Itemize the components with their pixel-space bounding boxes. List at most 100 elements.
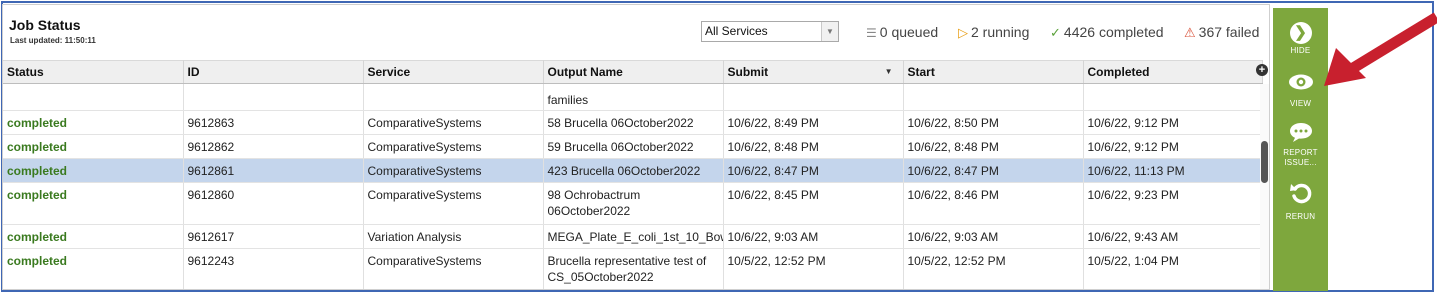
job-status-panel: Job Status Last updated: 11:50:11 All Se…: [2, 4, 1270, 290]
report-issue-button[interactable]: REPORT ISSUE...: [1273, 121, 1328, 168]
eye-icon: [1288, 74, 1313, 90]
column-header-completed[interactable]: Completed: [1083, 60, 1263, 84]
cell-completed: 10/5/22, 1:04 PM: [1083, 248, 1263, 289]
column-header-id[interactable]: ID: [183, 60, 364, 84]
cell-status: completed: [3, 134, 184, 159]
sort-descending-icon: ▼: [884, 67, 893, 76]
column-header-service[interactable]: Service: [363, 60, 544, 84]
cell-start: 10/6/22, 8:46 PM: [903, 182, 1084, 225]
table-row-partial[interactable]: families: [3, 83, 1263, 111]
chevron-right-icon: ❯: [1289, 22, 1312, 44]
cell-completed: 10/6/22, 9:43 AM: [1083, 224, 1263, 249]
panel-header: Job Status Last updated: 11:50:11 All Se…: [3, 5, 1269, 60]
cell-status: completed: [3, 158, 184, 183]
table-row[interactable]: completed 9612617 Variation Analysis MEGA_P…: [3, 224, 1263, 249]
cell-completed: 10/6/22, 9:12 PM: [1083, 134, 1263, 159]
failed-stat[interactable]: ⚠ 367 failed: [1184, 24, 1259, 41]
column-header-status[interactable]: Status: [3, 60, 184, 84]
cell-output-name: 58 Brucella 06October2022: [543, 110, 724, 135]
cell-status: completed: [3, 182, 184, 225]
cell-output-name: Brucella representative test of CS_05Oct…: [543, 248, 724, 289]
cell: [183, 83, 364, 111]
cell-service: ComparativeSystems: [363, 248, 544, 289]
cell: [903, 83, 1084, 111]
speech-bubble-icon: [1289, 123, 1312, 142]
column-header-output-name[interactable]: Output Name: [543, 60, 724, 84]
cell: [3, 83, 184, 111]
last-updated: Last updated: 11:50:11: [10, 36, 96, 45]
cell: [723, 83, 904, 111]
cell-start: 10/6/22, 8:50 PM: [903, 110, 1084, 135]
scrollbar-track[interactable]: [1260, 84, 1269, 289]
submit-header-label: Submit: [727, 65, 769, 79]
cell-submit: 10/6/22, 8:49 PM: [723, 110, 904, 135]
cell-completed: 10/6/22, 11:13 PM: [1083, 158, 1263, 183]
failed-label: 367 failed: [1198, 24, 1260, 40]
cell-start: 10/6/22, 9:03 AM: [903, 224, 1084, 249]
chevron-down-icon[interactable]: ▼: [821, 22, 838, 41]
scrollbar-thumb[interactable]: [1261, 141, 1268, 183]
cell-service: ComparativeSystems: [363, 182, 544, 225]
cell-start: 10/5/22, 12:52 PM: [903, 248, 1084, 289]
hide-label: HIDE: [1290, 46, 1311, 55]
checkmark-icon: ✓: [1050, 25, 1061, 40]
service-filter-select[interactable]: All Services ▼: [701, 21, 839, 42]
hide-button[interactable]: ❯ HIDE: [1273, 22, 1328, 56]
rerun-arrow-icon: [1289, 183, 1311, 204]
page-title: Job Status: [9, 17, 81, 33]
cell-service: ComparativeSystems: [363, 110, 544, 135]
play-circle-icon: ▷: [958, 25, 968, 40]
cell: [363, 83, 544, 111]
view-button[interactable]: VIEW: [1273, 72, 1328, 109]
cell-status: completed: [3, 110, 184, 135]
cell-output-name: 59 Brucella 06October2022: [543, 134, 724, 159]
cell-service: Variation Analysis: [363, 224, 544, 249]
cell-output-name: 423 Brucella 06October2022: [543, 158, 724, 183]
cell: [1083, 83, 1263, 111]
queued-stat[interactable]: ☰ 0 queued: [866, 24, 938, 40]
rerun-button[interactable]: RERUN: [1273, 181, 1328, 222]
cell-service: ComparativeSystems: [363, 134, 544, 159]
cell-submit: 10/6/22, 9:03 AM: [723, 224, 904, 249]
table-row[interactable]: completed 9612861 ComparativeSystems 423 Br…: [3, 158, 1263, 183]
add-column-icon[interactable]: +: [1256, 64, 1268, 76]
queue-list-icon: ☰: [866, 26, 877, 40]
table-row[interactable]: completed 9612860 ComparativeSystems 98 Och…: [3, 182, 1263, 225]
cell-completed: 10/6/22, 9:23 PM: [1083, 182, 1263, 225]
view-label: VIEW: [1289, 99, 1312, 108]
warning-triangle-icon: ⚠: [1184, 25, 1196, 40]
cell-start: 10/6/22, 8:48 PM: [903, 134, 1084, 159]
cell-start: 10/6/22, 8:47 PM: [903, 158, 1084, 183]
table-header-row: Status ID Service Output Name Submit ▼ St…: [3, 60, 1263, 84]
completed-label: 4426 completed: [1063, 24, 1164, 40]
cell-submit: 10/6/22, 8:48 PM: [723, 134, 904, 159]
cell-id: 9612862: [183, 134, 364, 159]
cell-id: 9612617: [183, 224, 364, 249]
table-row[interactable]: completed 9612862 ComparativeSystems 59 Bru…: [3, 134, 1263, 159]
report-label-line1: REPORT: [1283, 148, 1318, 157]
report-label-line2: ISSUE...: [1284, 158, 1317, 167]
cell-output-name: MEGA_Plate_E_coli_1st_10_Bow: [543, 224, 724, 249]
cell-id: 9612243: [183, 248, 364, 289]
cell-status: completed: [3, 248, 184, 289]
cell-status: completed: [3, 224, 184, 249]
cell-output-name: families: [543, 83, 724, 111]
red-arrow-annotation: [1324, 12, 1437, 86]
completed-stat[interactable]: ✓ 4426 completed: [1050, 24, 1164, 41]
cell-submit: 10/6/22, 8:45 PM: [723, 182, 904, 225]
cell-id: 9612863: [183, 110, 364, 135]
running-stat[interactable]: ▷ 2 running: [958, 24, 1029, 41]
column-header-submit[interactable]: Submit ▼: [723, 60, 904, 84]
cell-service: ComparativeSystems: [363, 158, 544, 183]
cell-submit: 10/6/22, 8:47 PM: [723, 158, 904, 183]
action-sidebar: ❯ HIDE VIEW REPORT ISSUE... RERUN: [1273, 8, 1328, 291]
table-row[interactable]: completed 9612863 ComparativeSystems 58 Bru…: [3, 110, 1263, 135]
cell-id: 9612860: [183, 182, 364, 225]
rerun-label: RERUN: [1285, 212, 1316, 221]
jobs-table: Status ID Service Output Name Submit ▼ St…: [3, 60, 1263, 289]
cell-submit: 10/5/22, 12:52 PM: [723, 248, 904, 289]
column-header-start[interactable]: Start: [903, 60, 1084, 84]
table-row[interactable]: completed 9612243 ComparativeSystems Brucel…: [3, 248, 1263, 289]
queued-label: 0 queued: [879, 24, 939, 40]
service-filter-value: All Services: [705, 24, 768, 38]
